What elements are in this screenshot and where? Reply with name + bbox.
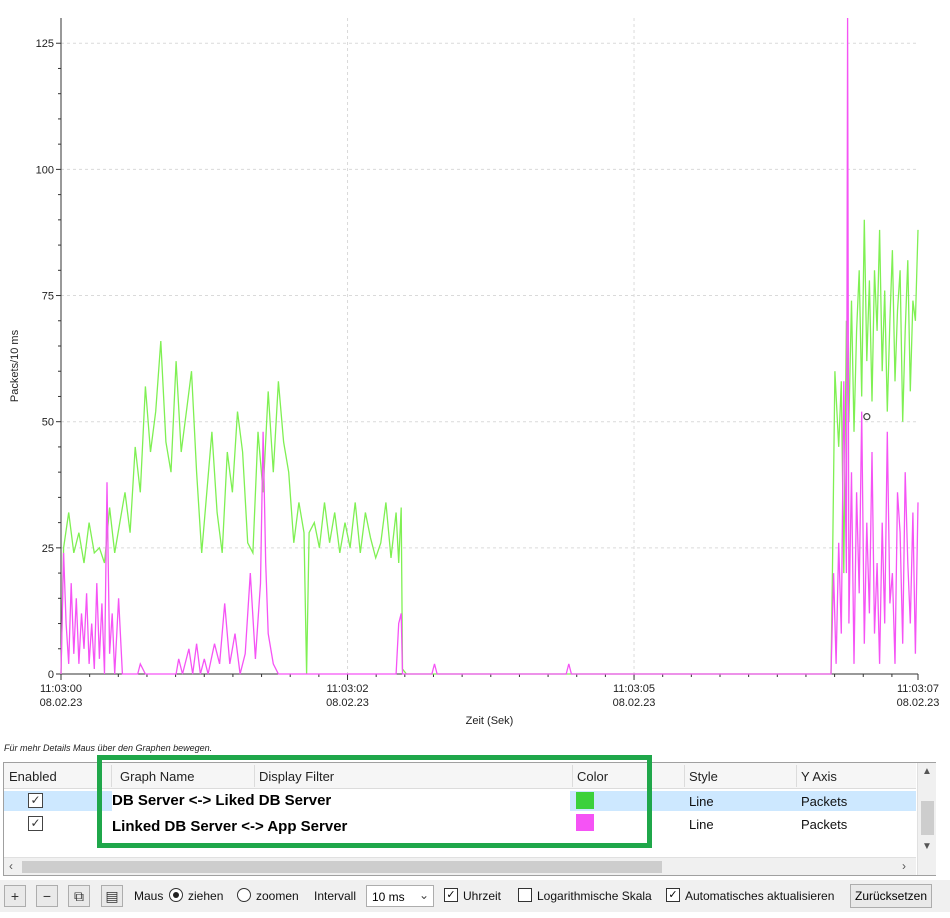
enabled-checkbox[interactable]: ✓ [28, 816, 43, 831]
plot-axes [56, 18, 919, 680]
zoom-label[interactable]: zoomen [256, 889, 299, 903]
chevron-down-icon: ⌄ [418, 888, 429, 902]
io-graph-plot[interactable]: 0 25 50 75 100 125 11:03:00 08.02.23 11:03:02 08.… [0, 0, 950, 740]
horizontal-scrollbar[interactable]: ‹ › [4, 857, 916, 875]
scroll-left-icon[interactable]: ‹ [9, 859, 13, 873]
remove-graph-button[interactable]: − [36, 885, 58, 907]
column-style[interactable]: Style [689, 769, 718, 784]
scroll-down-icon[interactable]: ▼ [922, 841, 932, 852]
time-of-day-label[interactable]: Uhrzeit [463, 889, 501, 903]
style-cell[interactable]: Line [689, 794, 714, 809]
x-tick-date-label: 08.02.23 [897, 697, 940, 709]
time-of-day-checkbox[interactable]: ✓ [444, 888, 458, 902]
auto-update-checkbox[interactable]: ✓ [666, 888, 680, 902]
drag-label[interactable]: ziehen [188, 889, 223, 903]
graph-name-cell[interactable]: DB Server <-> Liked DB Server [112, 790, 570, 812]
color-swatch[interactable] [576, 792, 594, 809]
vertical-scrollbar[interactable]: ▲ ▼ [917, 763, 936, 875]
copy-graph-button[interactable]: ⧉ [68, 885, 90, 907]
scroll-up-icon[interactable]: ▲ [922, 766, 932, 777]
table-header: Enabled Graph Name Display Filter Color … [4, 763, 916, 789]
column-separator [254, 765, 255, 787]
y-axis-title: Packets/10 ms [9, 329, 21, 402]
plot-series [60, 17, 919, 675]
style-cell[interactable]: Line [689, 817, 714, 832]
horizontal-scroll-thumb[interactable] [22, 861, 662, 873]
interval-select[interactable]: 10 ms ⌄ [366, 885, 434, 907]
bottom-toolbar: + − ⧉ ▤ Maus ziehen zoomen Intervall 10 … [0, 880, 950, 912]
graph-table[interactable]: Enabled Graph Name Display Filter Color … [3, 762, 936, 876]
x-tick-date-label: 08.02.23 [326, 697, 369, 709]
log-scale-checkbox[interactable] [518, 888, 532, 902]
interval-label: Intervall [314, 889, 357, 903]
column-y-axis[interactable]: Y Axis [801, 769, 837, 784]
table-row[interactable]: ✓ Linked DB Server <-> App Server Line P… [4, 814, 916, 838]
table-row[interactable]: ✓ DB Server <-> Liked DB Server Line Pac… [4, 790, 916, 812]
series-line [60, 219, 919, 675]
graph-name-cell[interactable]: Linked DB Server <-> App Server [112, 816, 382, 838]
column-graph-name[interactable]: Graph Name [120, 769, 194, 784]
color-swatch[interactable] [576, 814, 594, 831]
plot-grid [61, 18, 918, 674]
interval-value: 10 ms [372, 890, 405, 904]
column-enabled[interactable]: Enabled [9, 769, 57, 784]
enabled-checkbox[interactable]: ✓ [28, 793, 43, 808]
x-tick-time-label: 11:03:02 [327, 683, 369, 695]
drag-radio[interactable] [169, 888, 183, 902]
zoom-radio[interactable] [237, 888, 251, 902]
x-tick-time-label: 11:03:05 [613, 683, 655, 695]
column-separator [684, 765, 685, 787]
vertical-scroll-thumb[interactable] [921, 801, 934, 835]
y-tick-label: 75 [42, 291, 54, 303]
add-graph-button[interactable]: + [4, 885, 26, 907]
clear-graphs-button[interactable]: ▤ [101, 885, 123, 907]
y-axis-cell[interactable]: Packets [801, 794, 847, 809]
x-tick-time-label: 11:03:00 [40, 683, 82, 695]
y-tick-label: 50 [42, 417, 54, 429]
auto-update-label[interactable]: Automatisches aktualisieren [685, 889, 834, 903]
series-line [60, 17, 919, 675]
y-tick-label: 125 [36, 38, 54, 50]
column-separator [796, 765, 797, 787]
hover-hint: Für mehr Details Maus über den Graphen b… [4, 743, 213, 753]
scroll-right-icon[interactable]: › [902, 859, 906, 873]
column-separator [111, 765, 112, 787]
column-color[interactable]: Color [577, 769, 608, 784]
x-tick-date-label: 08.02.23 [40, 697, 83, 709]
plot-labels: 0 25 50 75 100 125 11:03:00 08.02.23 11:03:02 08.… [9, 38, 939, 727]
x-axis-title: Zeit (Sek) [466, 715, 514, 727]
y-tick-label: 25 [42, 543, 54, 555]
y-tick-label: 100 [36, 164, 54, 176]
log-scale-label[interactable]: Logarithmische Skala [537, 889, 652, 903]
column-separator [572, 765, 573, 787]
column-display-filter[interactable]: Display Filter [259, 769, 334, 784]
cursor-marker [863, 413, 871, 421]
y-tick-label: 0 [48, 669, 54, 681]
y-axis-cell[interactable]: Packets [801, 817, 847, 832]
mouse-label: Maus [134, 889, 164, 903]
x-tick-date-label: 08.02.23 [613, 697, 656, 709]
reset-button[interactable]: Zurücksetzen [850, 884, 932, 908]
x-tick-time-label: 11:03:07 [897, 683, 939, 695]
